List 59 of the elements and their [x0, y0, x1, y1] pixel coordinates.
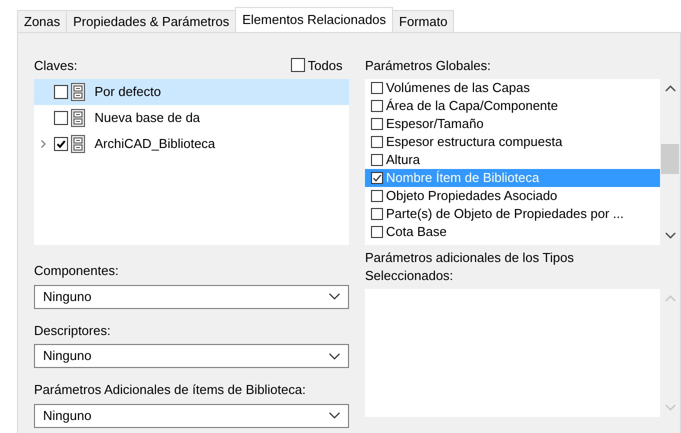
- checkbox[interactable]: [54, 137, 68, 151]
- chevron-down-icon: [329, 293, 340, 300]
- checkbox[interactable]: [371, 100, 383, 112]
- checkbox[interactable]: [371, 136, 383, 148]
- checkbox[interactable]: [290, 58, 305, 72]
- tree-item[interactable]: Por defecto: [34, 79, 349, 105]
- checkbox[interactable]: [371, 190, 383, 202]
- list-item-label: Cota Base: [386, 223, 447, 242]
- checkbox[interactable]: [371, 82, 383, 94]
- cabinet-icon: [70, 135, 86, 153]
- dropdown[interactable]: Ninguno: [34, 284, 349, 308]
- list-item[interactable]: Volúmenes de las Capas: [365, 79, 660, 97]
- checkbox-label[interactable]: Todos: [308, 56, 342, 75]
- list-item-label: Espesor/Tamaño: [386, 115, 484, 134]
- checkbox[interactable]: [371, 118, 383, 130]
- list-item[interactable]: Área de la Capa/Componente: [365, 97, 660, 115]
- dropdown[interactable]: Ninguno: [34, 404, 349, 428]
- chevron-down-icon: [329, 412, 340, 419]
- tree-item[interactable]: ArchiCAD_Biblioteca: [34, 131, 349, 157]
- checkbox[interactable]: [371, 154, 383, 166]
- scroll-up-icon[interactable]: [664, 85, 676, 92]
- checkbox[interactable]: [54, 111, 68, 125]
- list-item[interactable]: Objeto Propiedades Asociado: [365, 187, 660, 205]
- list-item-label: Nombre Ítem de Biblioteca: [386, 169, 540, 188]
- dropdown[interactable]: Ninguno: [34, 344, 349, 368]
- list-item[interactable]: Altura: [365, 151, 660, 169]
- list-item-label: Parte(s) de Objeto de Propiedades por ...: [386, 205, 624, 224]
- checkbox[interactable]: [371, 208, 383, 220]
- tree-item-label: ArchiCAD_Biblioteca: [94, 135, 216, 154]
- list-item-label: Volúmenes de las Capas: [386, 79, 530, 98]
- keys-label: Claves:: [34, 56, 78, 74]
- list-item[interactable]: Espesor estructura compuesta: [365, 133, 660, 151]
- global-params-label: Parámetros Globales:: [365, 56, 491, 74]
- tab[interactable]: Formato: [392, 10, 454, 32]
- checkbox[interactable]: [371, 226, 383, 238]
- list-item[interactable]: Espesor/Tamaño: [365, 115, 660, 133]
- scrollbar-thumb[interactable]: [661, 144, 679, 174]
- list-item[interactable]: Cota Base: [365, 223, 660, 241]
- scroll-down-icon[interactable]: [664, 232, 676, 239]
- tab[interactable]: Zonas: [17, 10, 68, 32]
- checkbox[interactable]: [371, 172, 383, 184]
- list-item-label: Espesor estructura compuesta: [386, 133, 562, 152]
- tree-item-label: Por defecto: [94, 83, 161, 102]
- list-item[interactable]: Parte(s) de Objeto de Propiedades por ...: [365, 205, 660, 223]
- dropdown-label: Componentes:: [34, 262, 120, 280]
- dropdown-label: Parámetros Adicionales de ítems de Biblioteca:: [34, 381, 307, 399]
- cabinet-icon: [70, 109, 86, 127]
- tree-item-label: Nueva base de da: [94, 109, 200, 128]
- dropdown-label: Descriptores:: [34, 322, 112, 340]
- tab[interactable]: Propiedades & Parámetros: [66, 10, 236, 32]
- list-item-label: Altura: [386, 151, 420, 170]
- list-item-label: Área de la Capa/Componente: [386, 97, 558, 116]
- extra-params-label: Parámetros adicionales de los Tipos Seleccionados:: [365, 249, 575, 285]
- list-item-label: Objeto Propiedades Asociado: [386, 187, 558, 206]
- checkbox[interactable]: [54, 85, 68, 99]
- cabinet-icon: [70, 83, 86, 101]
- expand-chevron-icon[interactable]: [40, 139, 47, 149]
- tree-item[interactable]: Nueva base de da: [34, 105, 349, 131]
- chevron-down-icon: [329, 352, 340, 360]
